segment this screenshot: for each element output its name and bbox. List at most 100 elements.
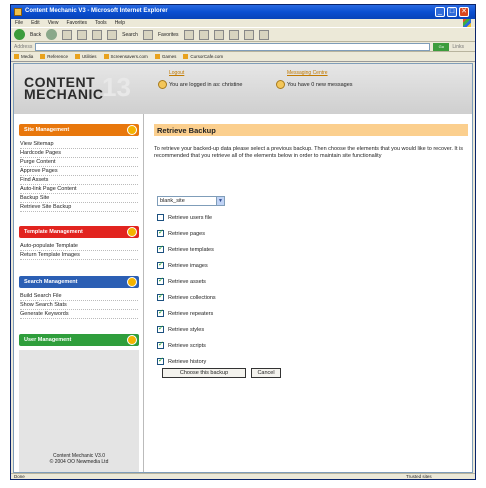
footer-copyright: © 2004 OO Newmedia Ltd bbox=[49, 459, 109, 465]
checkbox-collections[interactable] bbox=[157, 293, 164, 302]
search-management-label: Search Management bbox=[24, 279, 78, 285]
sidebar-item-generate-keywords[interactable]: Generate Keywords bbox=[20, 311, 138, 319]
reference-icon bbox=[40, 54, 46, 60]
menu-favorites[interactable]: Favorites bbox=[66, 20, 87, 26]
option-history[interactable]: Retrieve history bbox=[157, 357, 207, 366]
search-button[interactable]: Search bbox=[122, 32, 138, 38]
home-icon[interactable] bbox=[92, 29, 103, 40]
forward-arrow-icon[interactable] bbox=[46, 29, 58, 40]
logout-link[interactable]: Logout bbox=[169, 70, 243, 76]
sidebar-item-auto-link[interactable]: Auto-link Page Content bbox=[20, 186, 138, 194]
checkbox-users-file[interactable] bbox=[157, 214, 164, 222]
link-games[interactable]: Games bbox=[154, 54, 176, 60]
chevron-down-icon[interactable]: ▼ bbox=[216, 197, 224, 205]
checkbox-scripts[interactable] bbox=[157, 341, 164, 350]
links-bar: Media Reference Utilities Screensavers.c… bbox=[11, 52, 475, 62]
sidebar-item-build-search-file[interactable]: Build Search File bbox=[20, 293, 138, 301]
option-pages[interactable]: Retrieve pages bbox=[157, 229, 205, 238]
maximize-button[interactable]: □ bbox=[447, 7, 457, 17]
link-media[interactable]: Media bbox=[14, 54, 33, 60]
option-assets[interactable]: Retrieve assets bbox=[157, 277, 206, 286]
option-images[interactable]: Retrieve images bbox=[157, 261, 208, 270]
menu-help[interactable]: Help bbox=[115, 20, 125, 26]
sidebar-footer: Content Mechanic V3.0 © 2004 OO Newmedia… bbox=[19, 453, 139, 465]
sidebar-item-approve-pages[interactable]: Approve Pages bbox=[20, 168, 138, 176]
logo-number: 13 bbox=[102, 72, 131, 102]
favorites-button[interactable]: Favorites bbox=[158, 32, 179, 38]
site-management-icon bbox=[127, 125, 137, 135]
menu-tools[interactable]: Tools bbox=[95, 20, 107, 26]
user-icon bbox=[158, 80, 167, 89]
option-label: Retrieve templates bbox=[168, 247, 214, 253]
option-label: Retrieve styles bbox=[168, 327, 205, 333]
back-button[interactable]: Back bbox=[30, 32, 41, 38]
minimize-button[interactable]: _ bbox=[435, 7, 445, 17]
option-collections[interactable]: Retrieve collections bbox=[157, 293, 216, 302]
windows-logo-icon bbox=[463, 19, 471, 27]
media-icon[interactable] bbox=[183, 29, 194, 40]
site-management-heading[interactable]: Site Management bbox=[19, 124, 139, 136]
sidebar-item-return-template-images[interactable]: Return Template Images bbox=[20, 252, 138, 260]
logged-in-text: You are logged in as: christine bbox=[169, 81, 243, 88]
go-button[interactable]: Go bbox=[433, 42, 450, 51]
checkbox-pages[interactable] bbox=[157, 229, 164, 238]
sidebar-item-find-assets[interactable]: Find Assets bbox=[20, 177, 138, 185]
checkbox-repeaters[interactable] bbox=[157, 309, 164, 318]
backup-select[interactable]: blank_site ▼ bbox=[157, 196, 225, 206]
user-management-heading[interactable]: User Management bbox=[19, 334, 139, 346]
cancel-button[interactable]: Cancel bbox=[251, 368, 281, 378]
print-icon[interactable] bbox=[228, 29, 239, 40]
links-label[interactable]: Links bbox=[452, 44, 464, 50]
close-button[interactable]: ✕ bbox=[459, 7, 469, 17]
sidebar-item-backup-site[interactable]: Backup Site bbox=[20, 195, 138, 203]
checkbox-assets[interactable] bbox=[157, 277, 164, 286]
template-management-heading[interactable]: Template Management bbox=[19, 226, 139, 238]
sidebar-item-view-sitemap[interactable]: View Sitemap bbox=[20, 141, 138, 149]
stop-icon[interactable] bbox=[62, 29, 73, 40]
checkbox-styles[interactable] bbox=[157, 325, 164, 334]
favorites-star-icon[interactable] bbox=[142, 29, 153, 40]
menu-view[interactable]: View bbox=[48, 20, 59, 26]
link-cursorcafe[interactable]: CursorCafe.com bbox=[183, 53, 224, 60]
messaging-centre-link[interactable]: Messaging Centre bbox=[287, 70, 353, 76]
option-repeaters[interactable]: Retrieve repeaters bbox=[157, 309, 213, 318]
address-input[interactable] bbox=[35, 42, 431, 51]
sidebar-item-purge-content[interactable]: Purge Content bbox=[20, 159, 138, 167]
user-info: Logout You are logged in as: christine bbox=[158, 70, 243, 89]
site-header: 13 CONTENT MECHANIC Logout You are logge… bbox=[14, 64, 472, 114]
menu-file[interactable]: File bbox=[15, 20, 23, 26]
sidebar-item-hardcode-pages[interactable]: Hardcode Pages bbox=[20, 150, 138, 158]
link-utilities[interactable]: Utilities bbox=[75, 54, 97, 60]
mail-icon[interactable] bbox=[213, 29, 224, 40]
choose-backup-button[interactable]: Choose this backup bbox=[162, 368, 246, 378]
checkbox-images[interactable] bbox=[157, 261, 164, 270]
option-styles[interactable]: Retrieve styles bbox=[157, 325, 205, 334]
security-zone: Trusted sites bbox=[406, 474, 432, 479]
site-management-label: Site Management bbox=[24, 127, 70, 133]
search-management-heading[interactable]: Search Management bbox=[19, 276, 139, 288]
page-title: Retrieve Backup bbox=[154, 124, 468, 136]
link-reference[interactable]: Reference bbox=[40, 54, 68, 60]
option-label: Retrieve pages bbox=[168, 231, 205, 237]
checkbox-history[interactable] bbox=[157, 357, 164, 366]
option-scripts[interactable]: Retrieve scripts bbox=[157, 341, 206, 350]
search-icon[interactable] bbox=[107, 29, 118, 40]
folder-icon[interactable] bbox=[243, 29, 254, 40]
option-users-file[interactable]: Retrieve users file bbox=[157, 214, 212, 222]
option-label: Retrieve history bbox=[168, 359, 207, 365]
back-arrow-icon[interactable] bbox=[14, 29, 25, 40]
history-icon[interactable] bbox=[198, 29, 209, 40]
checkbox-templates[interactable] bbox=[157, 245, 164, 254]
link-cursorcafe-label: CursorCafe.com bbox=[190, 53, 224, 59]
messenger-icon[interactable] bbox=[258, 29, 269, 40]
sidebar-item-retrieve-backup[interactable]: Retrieve Site Backup bbox=[20, 204, 138, 212]
menu-edit[interactable]: Edit bbox=[31, 20, 40, 26]
refresh-icon[interactable] bbox=[77, 29, 88, 40]
title-bar: Content Mechanic V3 - Microsoft Internet… bbox=[11, 5, 475, 19]
sidebar-item-auto-populate[interactable]: Auto-populate Template bbox=[20, 243, 138, 251]
sidebar-item-show-search-stats[interactable]: Show Search Stats bbox=[20, 302, 138, 310]
option-label: Retrieve assets bbox=[168, 279, 206, 285]
option-templates[interactable]: Retrieve templates bbox=[157, 245, 214, 254]
status-bar: Done Trusted sites bbox=[11, 473, 475, 480]
link-screensavers[interactable]: Screensavers.com bbox=[103, 54, 148, 60]
